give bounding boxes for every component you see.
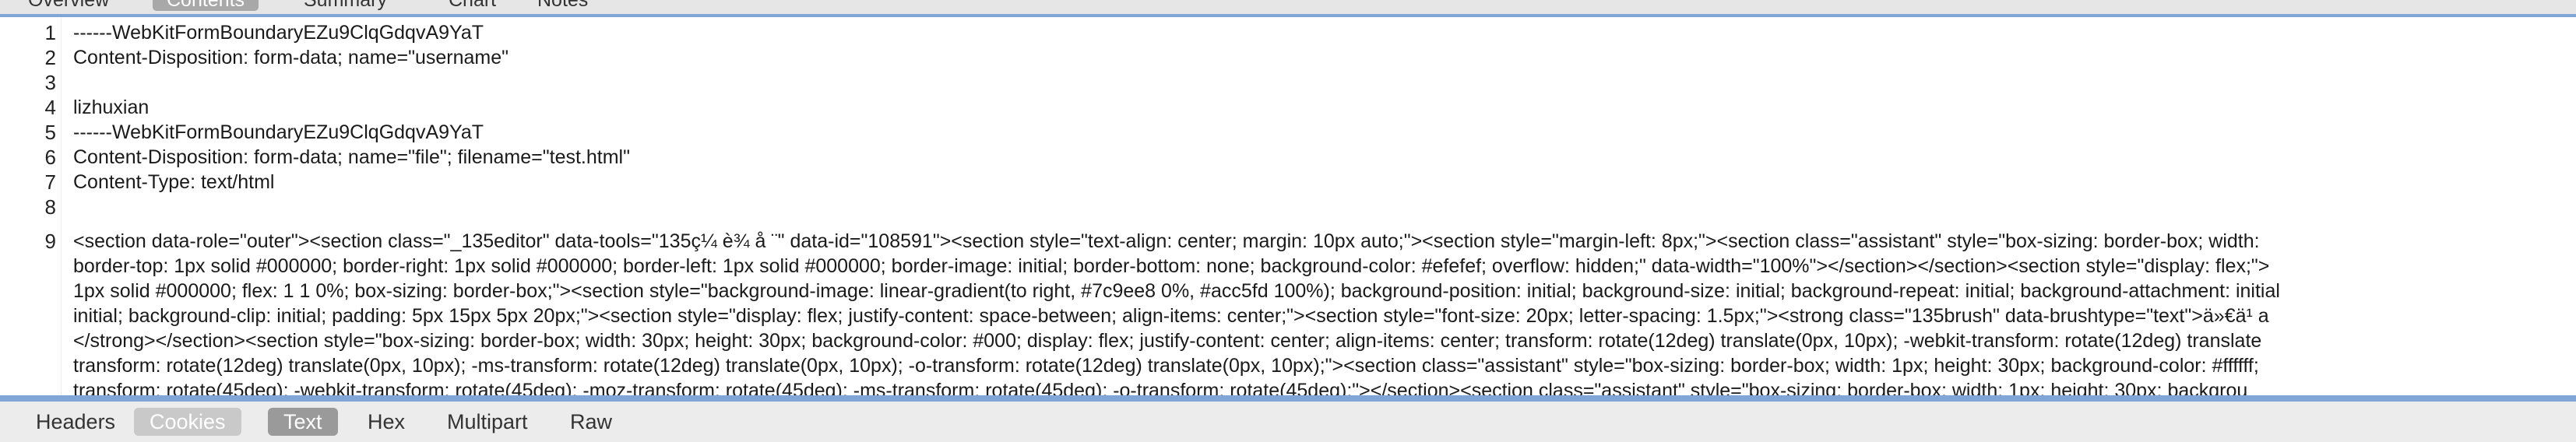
tab-overview[interactable]: Overview (14, 0, 123, 11)
tab-headers[interactable]: Headers (20, 408, 131, 436)
line-number: 5 (44, 121, 56, 144)
line-number: 3 (44, 71, 56, 94)
code-line: <section data-role="outer"><section clas… (73, 230, 2260, 252)
line-number-gutter: 1 2 3 4 5 6 7 8 9 (0, 17, 62, 395)
bottom-tab-bar: Headers Cookies Text Hex Multipart Raw (0, 402, 2576, 442)
line-number: 2 (44, 46, 56, 69)
line-number: 7 (44, 170, 56, 194)
code-line: ------WebKitFormBoundaryEZu9ClqGdqvA9YaT (73, 121, 484, 143)
code-line: Content-Type: text/html (73, 171, 275, 193)
code-line: ------WebKitFormBoundaryEZu9ClqGdqvA9YaT (73, 22, 484, 44)
tab-contents[interactable]: Contents (153, 0, 259, 11)
tab-hex[interactable]: Hex (352, 408, 421, 436)
text-viewer[interactable]: 1 2 3 4 5 6 7 8 9 ------WebKitFormBounda… (0, 17, 2576, 395)
tab-chart[interactable]: Chart (435, 0, 510, 11)
tab-raw[interactable]: Raw (554, 408, 628, 436)
line-number: 4 (44, 96, 56, 119)
line-number: 1 (44, 21, 56, 44)
code-line-continuation: transform: rotate(12deg) translate(0px, … (73, 355, 2259, 377)
line-number: 8 (44, 195, 56, 219)
tab-text[interactable]: Text (268, 408, 338, 436)
code-line-continuation: </strong></section><section style="box-s… (73, 330, 2262, 352)
tab-multipart[interactable]: Multipart (431, 408, 544, 436)
top-tab-bar: Overview Contents Summary Chart Notes (0, 0, 2576, 17)
line-number: 6 (44, 146, 56, 169)
line-number: 9 (44, 230, 56, 253)
tab-cookies[interactable]: Cookies (134, 408, 241, 436)
code-line: lizhuxian (73, 96, 150, 118)
tab-notes[interactable]: Notes (523, 0, 602, 11)
code-line-continuation: initial; background-clip: initial; paddi… (73, 305, 2269, 327)
code-line-continuation: border-top: 1px solid #000000; border-ri… (73, 255, 2270, 277)
tab-summary[interactable]: Summary (290, 0, 401, 11)
code-line: Content-Disposition: form-data; name="fi… (73, 146, 630, 168)
code-line-continuation: 1px solid #000000; flex: 1 1 0%; box-siz… (73, 280, 2280, 302)
code-line: Content-Disposition: form-data; name="us… (73, 47, 509, 68)
pane-divider[interactable] (0, 395, 2576, 402)
code-line-continuation: transform: rotate(45deg); -webkit-transf… (73, 380, 2248, 395)
